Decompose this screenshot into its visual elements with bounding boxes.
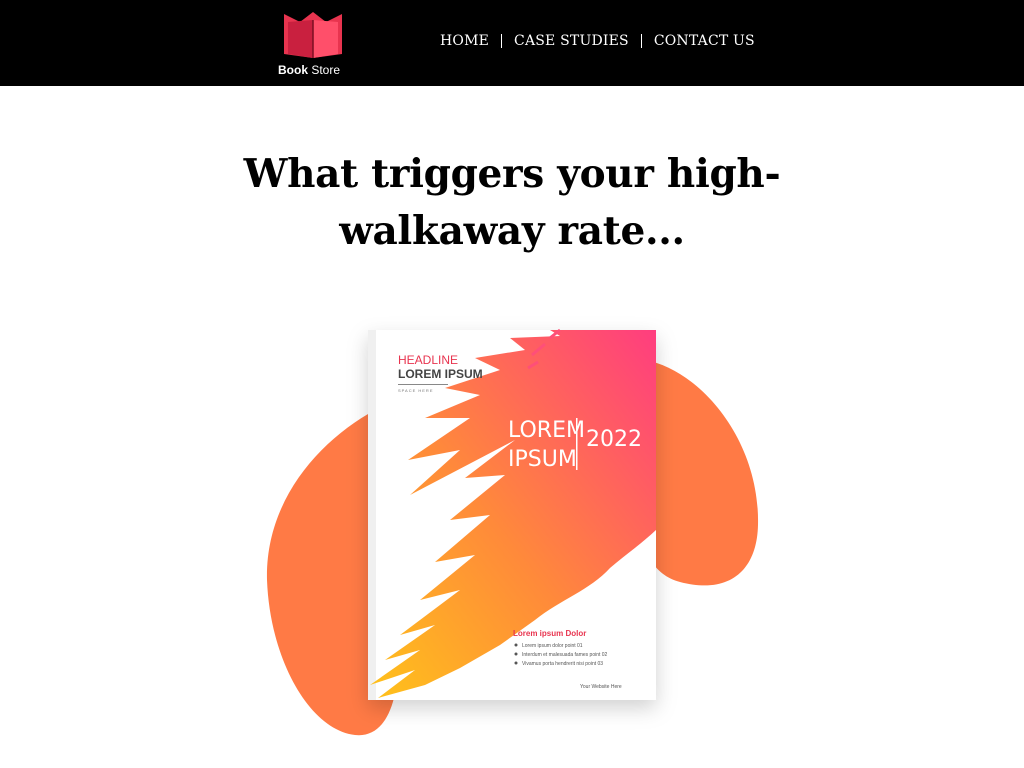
cover-list-point-1: Lorem ipsum dolor point 01 [522,643,583,649]
main-navigation: HOME CASE STUDIES CONTACT US [428,32,767,50]
nav-case-studies-link[interactable]: CASE STUDIES [502,32,641,50]
cover-year: 2022 [586,427,642,452]
logo-text: Book Store [278,63,341,77]
hero-headline-line-1: What triggers your high- [243,151,781,197]
cover-list-point-3: Vivamus porta hendrerit nisi point 03 [522,661,603,667]
cover-headline-small: HEADLINE [398,353,458,367]
open-book-icon [284,12,342,58]
cover-list-point-2: Interdum et malesuada fames point 02 [522,652,608,658]
cover-title-line-1: LOREM [508,418,585,443]
hero-illustration: HEADLINE LOREM IPSUM SPACE HERE LOREM IP… [260,300,770,745]
cover-title-line-2: IPSUM [508,447,577,472]
cover-divider [398,384,448,385]
hero-headline-line-2: walkaway rate... [339,208,685,254]
cover-title-divider [576,418,578,470]
nav-home-link[interactable]: HOME [428,32,501,50]
cover-list-title: Lorem ipsum Dolor [513,629,586,638]
cover-space-here: SPACE HERE [398,388,434,393]
cover-headline-big: LOREM IPSUM [398,367,483,381]
hero-headline: What triggers your high- walkaway rate..… [212,146,812,260]
cover-website: Your Website Here [580,684,622,690]
book-spine [368,330,376,700]
nav-contact-us-link[interactable]: CONTACT US [642,32,767,50]
navbar: Book Store HOME CASE STUDIES CONTACT US [0,0,1024,86]
bookstore-logo[interactable]: Book Store [278,10,350,80]
book-cover-illustration: HEADLINE LOREM IPSUM SPACE HERE LOREM IP… [266,328,759,736]
